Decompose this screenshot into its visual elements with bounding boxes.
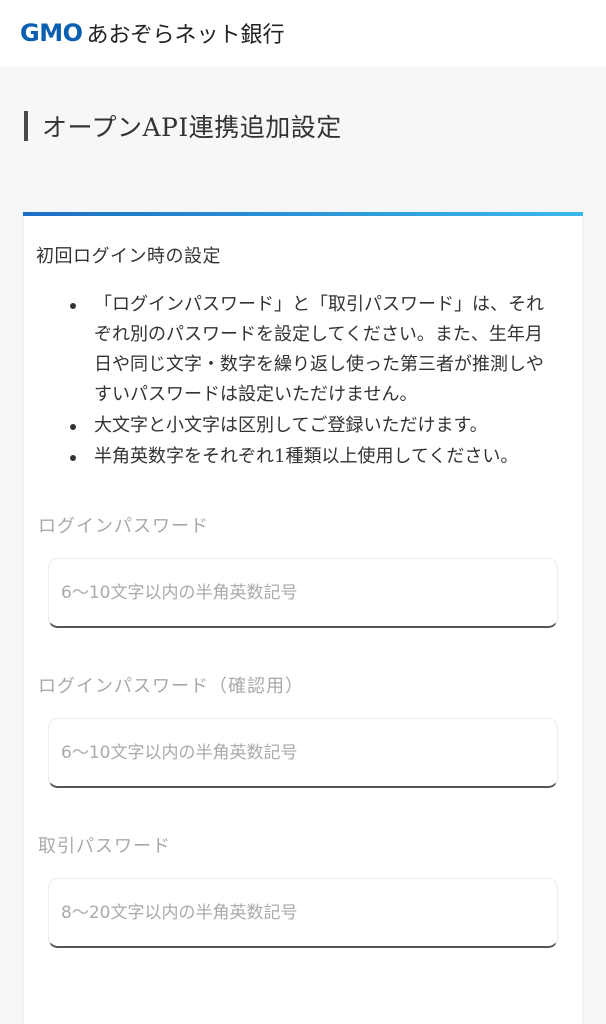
login-password-confirm-field-wrap	[48, 718, 558, 788]
rule-item: 「ログインパスワード」と「取引パスワード」は、それぞれ別のパスワードを設定してく…	[70, 290, 558, 410]
login-password-label: ログインパスワード	[38, 516, 209, 537]
transaction-password-label: 取引パスワード	[38, 836, 171, 857]
gmo-logo-mark: GMO	[20, 19, 83, 47]
section-title: 初回ログイン時の設定	[36, 246, 221, 267]
bank-logo[interactable]: GMO あおぞらネット銀行	[20, 17, 285, 49]
password-rules-list: 「ログインパスワード」と「取引パスワード」は、それぞれ別のパスワードを設定してく…	[36, 290, 558, 472]
settings-card: 初回ログイン時の設定 「ログインパスワード」と「取引パスワード」は、それぞれ別の…	[23, 212, 583, 1024]
page-title-text: オープンAPI連携追加設定	[42, 113, 342, 142]
title-accent-bar	[24, 111, 28, 141]
card-accent-border	[23, 212, 583, 216]
login-password-input[interactable]	[61, 582, 557, 603]
bank-name: あおぞらネット銀行	[86, 23, 285, 48]
app-header: GMO あおぞらネット銀行	[0, 0, 606, 66]
login-password-field-wrap	[48, 558, 558, 628]
login-password-confirm-input[interactable]	[61, 742, 557, 763]
login-password-confirm-label: ログインパスワード（確認用）	[38, 676, 304, 697]
transaction-password-field-wrap	[48, 878, 558, 948]
rule-item: 大文字と小文字は区別してご登録いただけます。	[70, 411, 558, 441]
page-title: オープンAPI連携追加設定	[24, 108, 606, 144]
rule-item: 半角英数字をそれぞれ1種類以上使用してください。	[70, 442, 558, 472]
transaction-password-input[interactable]	[61, 902, 557, 923]
